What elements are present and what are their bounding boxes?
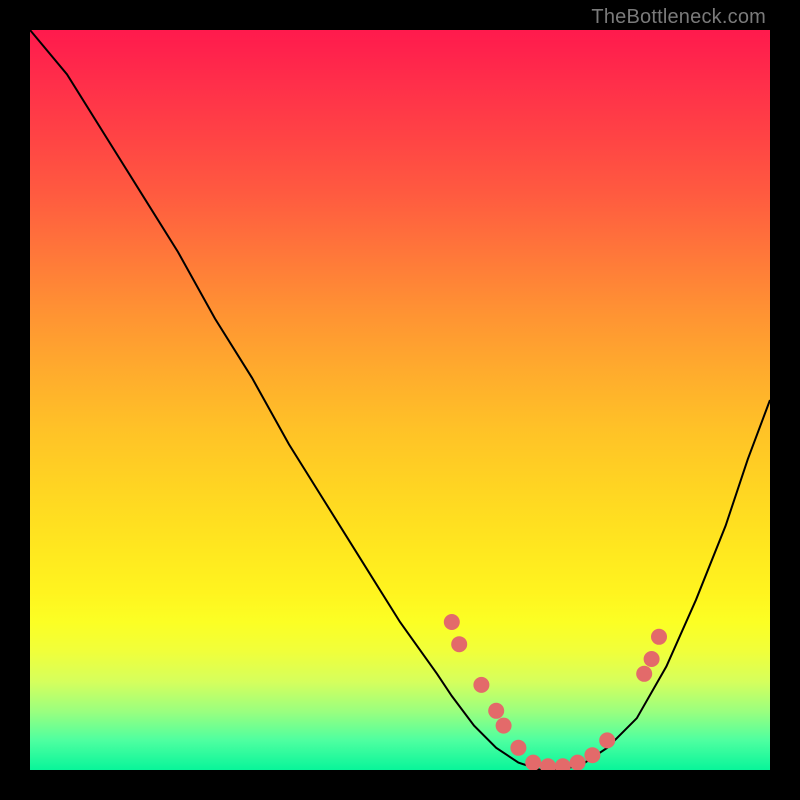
highlight-dot xyxy=(451,636,467,652)
highlight-dot xyxy=(488,703,504,719)
highlight-dot xyxy=(473,677,489,693)
highlight-dot xyxy=(651,629,667,645)
highlight-dot xyxy=(525,755,541,770)
highlight-dot xyxy=(584,747,600,763)
highlight-dot xyxy=(644,651,660,667)
highlight-dot xyxy=(570,755,586,770)
highlight-dot xyxy=(599,732,615,748)
highlight-dot xyxy=(636,666,652,682)
bottleneck-curve xyxy=(30,30,770,770)
watermark-text: TheBottleneck.com xyxy=(591,6,766,29)
highlight-dot xyxy=(540,758,556,770)
highlight-dot xyxy=(510,740,526,756)
plot-area xyxy=(30,30,770,770)
highlight-dot xyxy=(555,758,571,770)
highlight-dot xyxy=(496,718,512,734)
highlight-dot xyxy=(444,614,460,630)
